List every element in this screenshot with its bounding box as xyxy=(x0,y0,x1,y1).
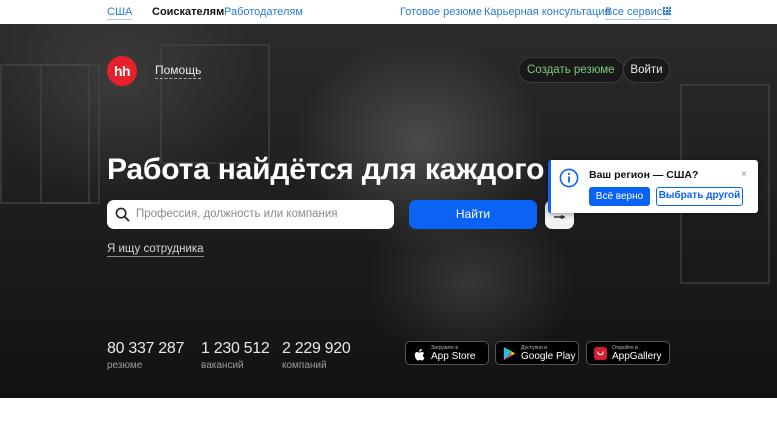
app-store-button[interactable]: Загрузите в App Store xyxy=(405,341,489,365)
career-consultation-link[interactable]: Карьерная консультация xyxy=(484,6,610,18)
stat-companies: 2 229 920 компаний xyxy=(282,340,351,371)
tab-seekers[interactable]: Соискателям xyxy=(152,6,224,18)
store-name: Google Play xyxy=(521,351,576,362)
google-play-button[interactable]: Доступно в Google Play xyxy=(495,341,579,365)
close-icon[interactable]: × xyxy=(741,169,747,180)
stat-value: 2 229 920 xyxy=(282,340,351,357)
employer-link[interactable]: Я ищу сотрудника xyxy=(107,243,204,257)
page-below-fold xyxy=(0,398,777,423)
region-question: Ваш регион — США? xyxy=(589,169,699,181)
hh-logo[interactable]: hh xyxy=(107,56,137,86)
search-input[interactable]: Профессия, должность или компания xyxy=(107,200,394,229)
store-name: App Store xyxy=(431,351,476,362)
choose-other-region-button[interactable]: Выбрать другой xyxy=(656,187,743,206)
region-link[interactable]: США xyxy=(107,6,133,20)
region-popup: Ваш регион — США? × Всё верно Выбрать др… xyxy=(548,160,758,213)
create-resume-button[interactable]: Создать резюме xyxy=(518,57,624,83)
stat-label: резюме xyxy=(107,360,143,371)
tab-employers[interactable]: Работодателям xyxy=(224,6,303,18)
store-name: AppGallery xyxy=(612,351,662,362)
search-icon xyxy=(115,207,130,222)
help-link[interactable]: Помощь xyxy=(155,63,202,79)
ready-resume-link[interactable]: Готовое резюме xyxy=(400,6,482,18)
apple-icon xyxy=(414,348,425,361)
all-services-link[interactable]: Все сервисы xyxy=(605,6,671,20)
stat-label: компаний xyxy=(282,360,327,371)
confirm-region-button[interactable]: Всё верно xyxy=(589,187,650,206)
background-window-frame xyxy=(40,64,100,204)
find-button[interactable]: Найти xyxy=(409,200,537,229)
background-window-frame xyxy=(160,44,270,164)
stat-value: 1 230 512 xyxy=(201,340,270,357)
appgallery-button[interactable]: Откройте в AppGallery xyxy=(586,341,670,365)
stat-label: вакансий xyxy=(201,360,244,371)
search-placeholder: Профессия, должность или компания xyxy=(136,208,338,220)
google-play-icon xyxy=(503,346,516,361)
login-button[interactable]: Войти xyxy=(623,57,670,83)
stat-vacancies: 1 230 512 вакансий xyxy=(201,340,270,371)
top-navigation: США Соискателям Работодателям Готовое ре… xyxy=(0,0,777,24)
stat-resumes: 80 337 287 резюме xyxy=(107,340,184,371)
page-title: Работа найдётся для каждого xyxy=(107,153,545,186)
info-icon xyxy=(559,168,579,188)
appgallery-icon xyxy=(593,346,608,361)
stat-value: 80 337 287 xyxy=(107,340,185,357)
grid-icon[interactable] xyxy=(663,7,672,16)
